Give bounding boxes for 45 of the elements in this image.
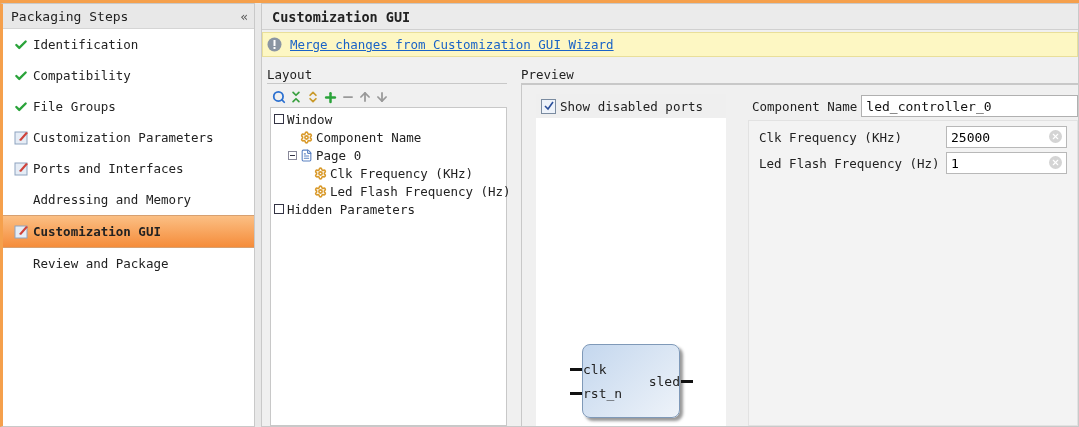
step-item[interactable]: Review and Package: [3, 248, 254, 279]
panel-title: Packaging Steps: [11, 8, 129, 24]
port: sled: [648, 373, 693, 389]
info-icon: [267, 37, 282, 52]
search-icon[interactable]: [272, 90, 286, 104]
move-up-icon[interactable]: [358, 90, 372, 104]
expand-all-icon[interactable]: [306, 90, 320, 104]
gear-icon: [314, 166, 327, 180]
add-icon[interactable]: [323, 90, 338, 105]
move-down-icon[interactable]: [375, 90, 389, 104]
tree-item[interactable]: Clk Frequency (KHz): [330, 165, 473, 181]
step-item[interactable]: Customization Parameters: [3, 122, 254, 153]
step-item[interactable]: Identification: [3, 29, 254, 60]
page-icon: [300, 148, 313, 162]
tree-item[interactable]: Hidden Parameters: [287, 201, 415, 217]
tree-item[interactable]: Page 0: [316, 147, 362, 163]
collapse-toggle[interactable]: [288, 150, 297, 160]
field-label: Led Flash Frequency (Hz): [759, 155, 940, 171]
component-name-field[interactable]: led_controller_0: [861, 95, 1078, 117]
collapse-button[interactable]: «: [240, 8, 248, 24]
field-label: Clk Frequency (KHz): [759, 129, 902, 145]
input-field[interactable]: 25000: [946, 126, 1067, 148]
gear-icon: [314, 184, 327, 198]
step-item[interactable]: File Groups: [3, 91, 254, 122]
port: rst_n: [570, 385, 623, 401]
page-title: Customization GUI: [272, 8, 411, 25]
merge-link[interactable]: Merge changes from Customization GUI Wizard: [290, 37, 614, 52]
section-title: Preview: [521, 67, 574, 82]
tree-item[interactable]: Window: [287, 111, 333, 127]
section-title: Layout: [267, 67, 313, 82]
step-item[interactable]: Addressing and Memory: [3, 184, 254, 215]
input-field[interactable]: 1: [946, 152, 1067, 174]
window-icon: [274, 204, 284, 214]
field-label: Component Name: [752, 98, 858, 114]
tree-item[interactable]: Component Name: [316, 129, 422, 145]
gear-icon: [300, 130, 313, 144]
step-item[interactable]: Compatibility: [3, 60, 254, 91]
port: clk: [570, 361, 607, 377]
step-item[interactable]: Customization GUI: [3, 215, 254, 248]
collapse-all-icon[interactable]: [289, 90, 303, 104]
checkbox[interactable]: [541, 98, 556, 114]
tree-item[interactable]: Led Flash Frequency (Hz): [330, 183, 511, 199]
step-item[interactable]: Ports and Interfaces: [3, 153, 254, 184]
window-icon: [274, 114, 284, 124]
checkbox-label: Show disabled ports: [560, 98, 703, 114]
